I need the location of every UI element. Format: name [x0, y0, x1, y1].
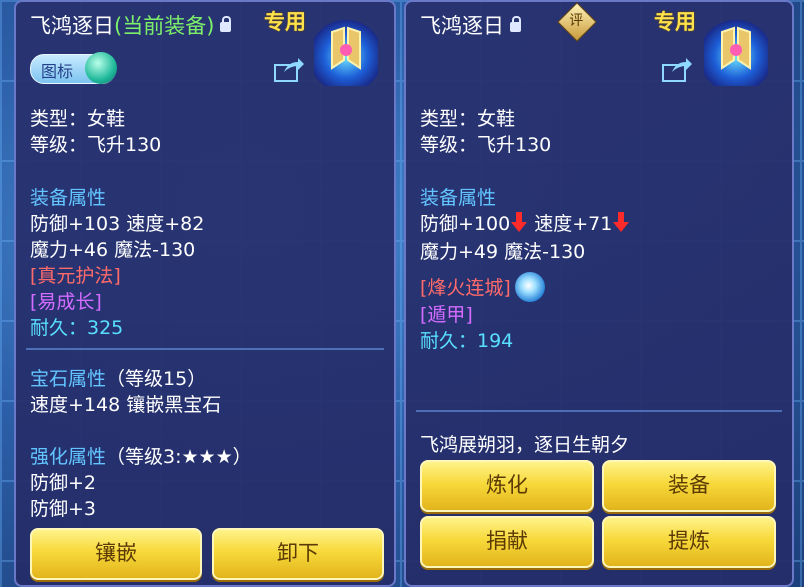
exclusive-label: 专用 — [264, 10, 306, 34]
divider — [26, 348, 384, 350]
special-skill-text: [烽火连城] — [420, 277, 511, 299]
attr-line: 魔力+46 魔法-130 — [30, 239, 196, 261]
enhance-level: （等级3:★★★） — [106, 446, 252, 468]
divider — [416, 410, 782, 412]
icon-toggle[interactable]: 图标 — [30, 52, 117, 84]
rating-icon[interactable]: 评 — [557, 2, 597, 42]
rating-label: 评 — [569, 12, 584, 29]
item-level: 等级：飞升130 — [30, 134, 162, 156]
special-skill: [烽火连城] — [420, 272, 545, 302]
enhance-line: 防御+2 — [30, 472, 97, 494]
exclusive-label: 专用 — [654, 10, 696, 34]
item-title: 飞鸿逐日 — [420, 10, 521, 40]
attr-header: 装备属性 — [420, 187, 497, 209]
enhance-attr: 强化属性（等级3:★★★） — [30, 442, 252, 469]
durability: 耐久：325 — [30, 317, 124, 339]
item-type: 类型：女鞋 — [30, 108, 126, 130]
attr-line: 魔力+49 魔法-130 — [420, 241, 586, 263]
item-type: 类型：女鞋 — [420, 108, 516, 130]
defense-value: 防御+100 — [420, 213, 511, 235]
enhance-line: 防御+3 — [30, 498, 97, 520]
attr-header: 装备属性 — [30, 187, 107, 209]
equipped-item-panel: 飞鸿逐日(当前装备) 专用 图标 类型：女鞋 等级：飞升130 装备属性 防御+… — [14, 0, 396, 587]
equip-button[interactable]: 装备 — [602, 460, 776, 512]
flavor-text: 飞鸿展朔羽，逐日生朝夕 — [420, 434, 630, 456]
down-arrow-icon — [613, 212, 630, 232]
share-icon[interactable] — [274, 58, 304, 82]
toggle-knob — [85, 52, 117, 84]
special-skill: [真元护法] — [30, 265, 121, 287]
refine-button[interactable]: 炼化 — [420, 460, 594, 512]
skill-icon[interactable] — [514, 272, 545, 302]
item-name: 飞鸿逐日 — [420, 14, 504, 38]
boots-item-icon — [704, 20, 768, 86]
extract-button[interactable]: 提炼 — [602, 516, 776, 568]
special-effect: [易成长] — [30, 291, 102, 313]
boots-item-icon — [314, 20, 378, 86]
lock-icon — [510, 16, 521, 32]
down-arrow-icon — [511, 212, 528, 232]
item-level: 等级：飞升130 — [420, 134, 552, 156]
attr-line: 防御+100 速度+71 — [420, 209, 630, 236]
speed-value: 速度+71 — [534, 213, 613, 235]
gem-attr: 宝石属性（等级15） — [30, 364, 206, 391]
share-icon[interactable] — [662, 58, 692, 82]
special-effect: [遁甲] — [420, 304, 473, 326]
donate-button[interactable]: 捐献 — [420, 516, 594, 568]
inlay-button[interactable]: 镶嵌 — [30, 528, 202, 580]
unequip-button[interactable]: 卸下 — [212, 528, 384, 580]
gem-header: 宝石属性 — [30, 368, 107, 390]
icon-toggle-label: 图标 — [41, 62, 74, 81]
item-title: 飞鸿逐日(当前装备) — [30, 10, 232, 40]
attr-line: 防御+103 速度+82 — [30, 213, 205, 235]
enhance-header: 强化属性 — [30, 446, 107, 468]
item-name: 飞鸿逐日 — [30, 14, 114, 38]
gem-line: 速度+148 镶嵌黑宝石 — [30, 394, 222, 416]
current-equipped-label: (当前装备) — [114, 14, 215, 38]
durability: 耐久：194 — [420, 330, 514, 352]
gem-level: （等级15） — [106, 368, 207, 390]
lock-icon — [220, 16, 232, 32]
compare-item-panel: 飞鸿逐日 评 专用 类型：女鞋 等级：飞升130 装备属性 防御+100 速度+… — [404, 0, 794, 587]
